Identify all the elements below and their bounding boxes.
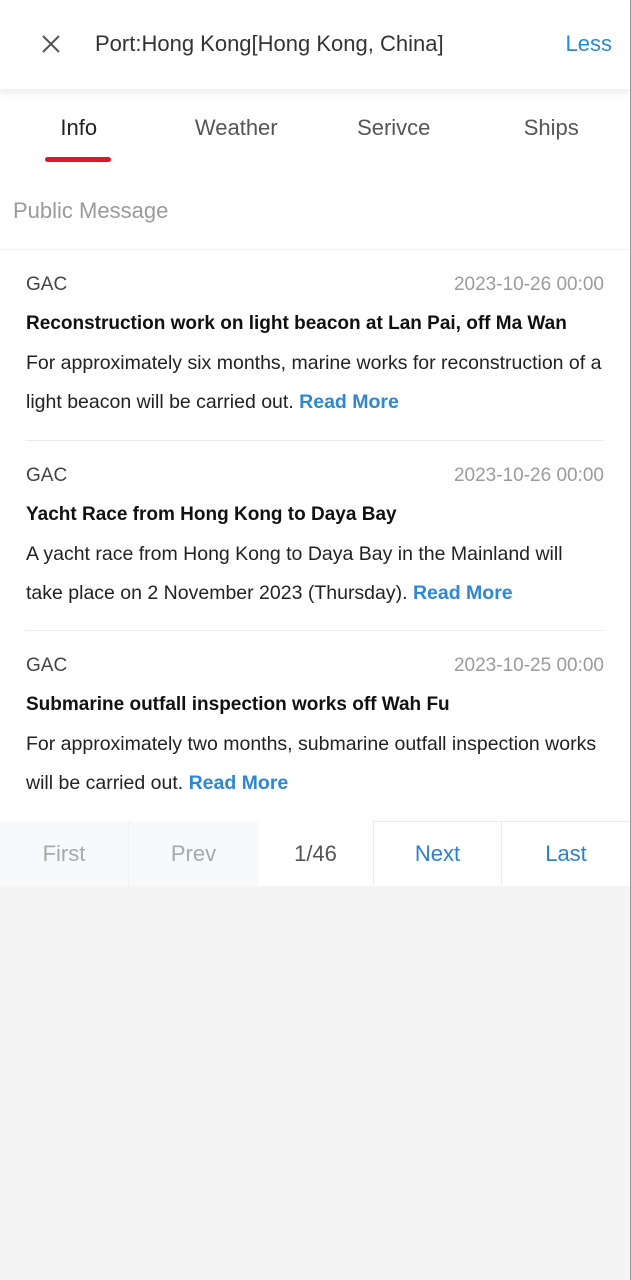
tab-label: Serivce: [357, 115, 431, 140]
prev-page-button[interactable]: Prev: [129, 821, 258, 886]
read-more-link[interactable]: Read More: [299, 391, 399, 413]
section-heading: Public Message: [0, 181, 630, 250]
message-title: Submarine outfall inspection works off W…: [26, 694, 450, 715]
tab-ships[interactable]: Ships: [473, 89, 631, 181]
message-body-text: For approximately two months, submarine …: [26, 733, 597, 794]
pagination: First Prev 1/46 Next Last: [0, 821, 630, 886]
message-body: For approximately six months, marine wor…: [26, 344, 604, 422]
message-date: 2023-10-26 00:00: [453, 464, 604, 486]
message-date: 2023-10-26 00:00: [453, 274, 604, 295]
message-source: GAC: [26, 655, 68, 676]
close-icon: [42, 35, 60, 53]
close-button[interactable]: [36, 29, 66, 59]
tab-label: Ships: [523, 115, 579, 140]
message-list: GAC 2023-10-26 00:00 Reconstruction work…: [0, 250, 630, 821]
tab-weather[interactable]: Weather: [158, 89, 316, 181]
message-body: For approximately two months, submarine …: [26, 725, 604, 803]
next-page-button[interactable]: Next: [373, 821, 501, 886]
page-title: Port:Hong Kong[Hong Kong, China]: [95, 31, 444, 56]
message-item[interactable]: GAC 2023-10-26 00:00 Yacht Race from Hon…: [26, 441, 604, 631]
active-tab-indicator: [44, 157, 111, 162]
tab-label: Weather: [194, 115, 278, 140]
message-item[interactable]: GAC 2023-10-26 00:00 Reconstruction work…: [26, 250, 604, 441]
tab-service[interactable]: Serivce: [315, 89, 473, 181]
tab-bar: Info Weather Serivce Ships: [0, 89, 630, 181]
message-item[interactable]: GAC 2023-10-25 00:00 Submarine outfall i…: [26, 631, 604, 822]
port-info-page: Port:Hong Kong[Hong Kong, China] Less In…: [0, 0, 631, 1280]
message-title: Yacht Race from Hong Kong to Daya Bay: [26, 503, 397, 525]
read-more-link[interactable]: Read More: [189, 772, 289, 794]
tab-label: Info: [60, 115, 98, 140]
last-page-button[interactable]: Last: [501, 821, 630, 886]
page-indicator: 1/46: [258, 821, 373, 886]
read-more-link[interactable]: Read More: [413, 582, 513, 604]
header-bar: Port:Hong Kong[Hong Kong, China] Less: [0, 0, 630, 89]
first-page-button[interactable]: First: [0, 821, 129, 886]
message-date: 2023-10-25 00:00: [453, 655, 604, 676]
message-body: A yacht race from Hong Kong to Daya Bay …: [26, 535, 604, 613]
message-source: GAC: [26, 464, 68, 486]
message-source: GAC: [26, 274, 68, 295]
less-button[interactable]: Less: [566, 28, 612, 60]
tab-info[interactable]: Info: [0, 89, 158, 181]
message-title: Reconstruction work on light beacon at L…: [26, 313, 567, 334]
